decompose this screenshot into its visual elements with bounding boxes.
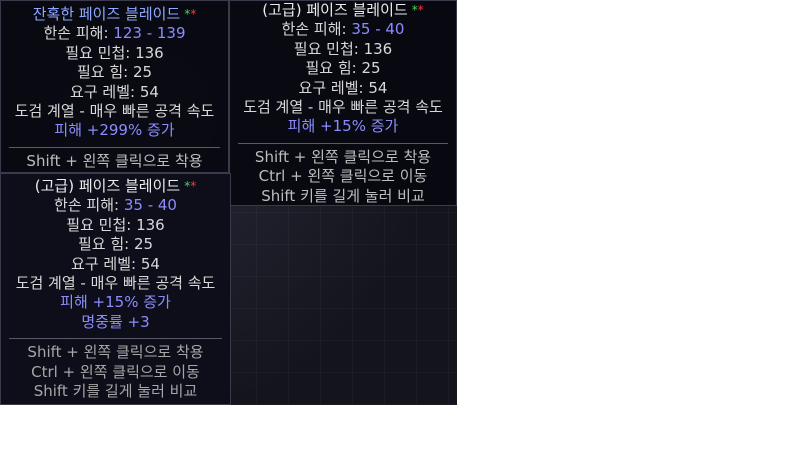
help-equip: Shift + 왼쪽 클릭으로 착용 [254, 147, 432, 166]
damage-line: 한손 피해: 35 - 40 [54, 196, 177, 215]
item-tooltip-superior-bottom: (고급) 페이즈 블레이드 ** 한손 피해: 35 - 40 필요 민첩: 13… [0, 173, 231, 405]
divider [9, 146, 220, 148]
req-level: 요구 레벨: 54 [71, 254, 160, 273]
weapon-type: 도검 계열 - 매우 빠른 공격 속도 [14, 102, 215, 121]
item-name: (고급) 페이즈 블레이드 ** [34, 177, 197, 195]
mod-damage: 피해 +15% 증가 [287, 117, 399, 136]
req-dex: 필요 민첩: 136 [66, 215, 165, 234]
req-str: 필요 힘: 25 [305, 59, 381, 78]
item-stars: ** [411, 3, 424, 17]
mod-damage: 피해 +299% 증가 [54, 121, 175, 140]
req-level: 요구 레벨: 54 [298, 78, 388, 97]
help-compare: Shift 키를 길게 눌러 비교 [261, 186, 425, 205]
divider [238, 142, 448, 144]
weapon-type: 도검 계열 - 매우 빠른 공격 속도 [243, 98, 443, 117]
weapon-type: 도검 계열 - 매우 빠른 공격 속도 [15, 274, 216, 293]
help-move: Ctrl + 왼쪽 클릭으로 이동 [258, 167, 428, 186]
item-tooltip-superior-top: (고급) 페이즈 블레이드 ** 한손 피해: 35 - 40 필요 민첩: 13… [229, 0, 457, 206]
item-stars: ** [184, 7, 197, 21]
item-stars: ** [184, 179, 197, 193]
mod-damage: 피해 +15% 증가 [60, 293, 171, 312]
mod-accuracy: 명중률 +3 [81, 312, 150, 331]
req-level: 요구 레벨: 54 [70, 82, 159, 101]
req-dex: 필요 민첩: 136 [65, 43, 164, 62]
help-move: Ctrl + 왼쪽 클릭으로 이동 [31, 362, 200, 381]
item-name: 잔혹한 페이즈 블레이드 ** [32, 5, 197, 23]
divider [9, 338, 222, 340]
damage-line: 한손 피해: 123 - 139 [43, 24, 186, 43]
help-equip: Shift + 왼쪽 클릭으로 착용 [27, 343, 204, 362]
item-name: (고급) 페이즈 블레이드 ** [262, 1, 424, 19]
help-equip: Shift + 왼쪽 클릭으로 착용 [26, 151, 203, 170]
req-dex: 필요 민첩: 136 [293, 39, 393, 58]
item-tooltip-brutal: 잔혹한 페이즈 블레이드 ** 한손 피해: 123 - 139 필요 민첩: 1… [0, 0, 229, 173]
req-str: 필요 힘: 25 [76, 63, 153, 82]
damage-line: 한손 피해: 35 - 40 [281, 20, 405, 39]
help-compare: Shift 키를 길게 눌러 비교 [33, 382, 198, 401]
req-str: 필요 힘: 25 [77, 235, 154, 254]
